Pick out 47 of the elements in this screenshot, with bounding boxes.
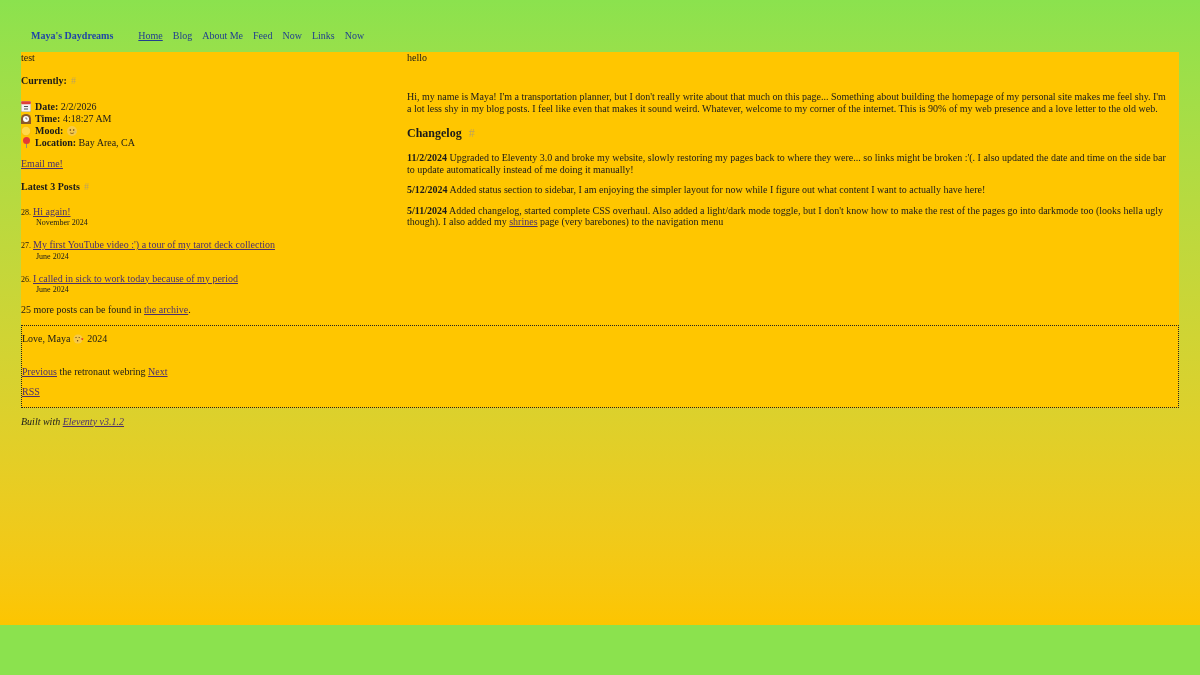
changelog-entry: 11/2/2024 Upgraded to Eleventy 3.0 and broke my website, slowly restoring my pages back to where they were... so links might be broken :'(. I also updated the date and time on the side bar to update automatically instead of me doing it manually! — [407, 152, 1167, 175]
intro-text: test — [21, 52, 36, 64]
clock-icon — [21, 113, 31, 124]
status-text: Location: Bay Area, CA — [35, 136, 135, 149]
webring-text: Previous the retronaut webring Next — [22, 365, 169, 377]
changelog-entry: 5/11/2024 Added changelog, started complete CSS overhaul. Also added a light/dark mode toggle, but I don't know how to make the rest of the pages go into darkmode too (looks hella ugly though). I also added my shrines page (very barebones) to the navigation menu — [407, 204, 1165, 228]
changelog-heading: Changelog — [407, 126, 462, 140]
nav-link[interactable]: Now — [344, 30, 365, 42]
archive-note: 25 more posts can be found in the archive. — [21, 304, 192, 316]
circle-icon — [21, 125, 31, 136]
nav-link[interactable]: Feed — [253, 30, 273, 42]
nav-link[interactable]: Links — [311, 30, 335, 42]
post-link[interactable]: I called in sick to work today because of my period — [33, 272, 238, 284]
post-link[interactable]: My first YouTube video :') a tour of my tarot deck collection — [33, 239, 275, 251]
status-text: Time: 4:18:27 AM — [35, 112, 112, 125]
nav-link[interactable]: Now — [282, 30, 302, 42]
link[interactable]: Eleventy v3.1.2 — [62, 415, 125, 427]
list-number: 27. — [21, 240, 31, 252]
post-date: June 2024 — [35, 251, 69, 262]
status-text: Mood: — [35, 124, 64, 137]
nav-link[interactable]: Blog — [172, 30, 193, 42]
post-link[interactable]: Hi again! — [33, 205, 71, 217]
nav-link[interactable]: About Me — [202, 30, 244, 42]
nav-link[interactable]: Home — [138, 30, 163, 42]
section-heading: Currently: — [21, 75, 67, 87]
list-number: 26. — [21, 273, 31, 285]
kiss-face-icon — [73, 333, 85, 344]
link[interactable]: Next — [148, 365, 168, 377]
changelog-entry: 5/12/2024 Added status section to sidebar, I am enjoying the simpler layout for now while I figure out what content I want to actually have here! — [407, 184, 987, 196]
email-link[interactable]: Email me! — [21, 157, 63, 169]
link[interactable]: shrines — [509, 216, 538, 227]
intro-text: hello — [407, 52, 428, 64]
calendar-icon — [21, 101, 31, 112]
rss-link[interactable]: RSS — [22, 386, 40, 398]
post-date: November 2024 — [35, 218, 88, 228]
built-with-text: Built with Eleventy v3.1.2 — [21, 415, 126, 427]
post-date: June 2024 — [35, 285, 69, 295]
site-title[interactable]: Maya's Daydreams — [31, 30, 114, 42]
section-heading: Latest 3 Posts — [21, 181, 80, 193]
face-icon — [67, 125, 78, 136]
pin-icon — [22, 137, 30, 148]
signoff-text: Love, Maya — [22, 332, 71, 345]
link[interactable]: Previous — [22, 365, 57, 377]
list-number: 28. — [21, 206, 31, 218]
status-text: Date: 2/2/2026 — [35, 100, 97, 113]
year-text: 2024 — [87, 332, 108, 345]
about-paragraph: Hi, my name is Maya! I'm a transportation planner, but I don't really write about that much on this page... Something about building the homepage of my personal site makes me feel shy. I'm a lot less shy in my blog posts. I feel like even that makes it sound weird. Whatever, welcome to my corner of the internet. This is 90% of my web presence and a love letter to the old web. — [407, 91, 1167, 114]
